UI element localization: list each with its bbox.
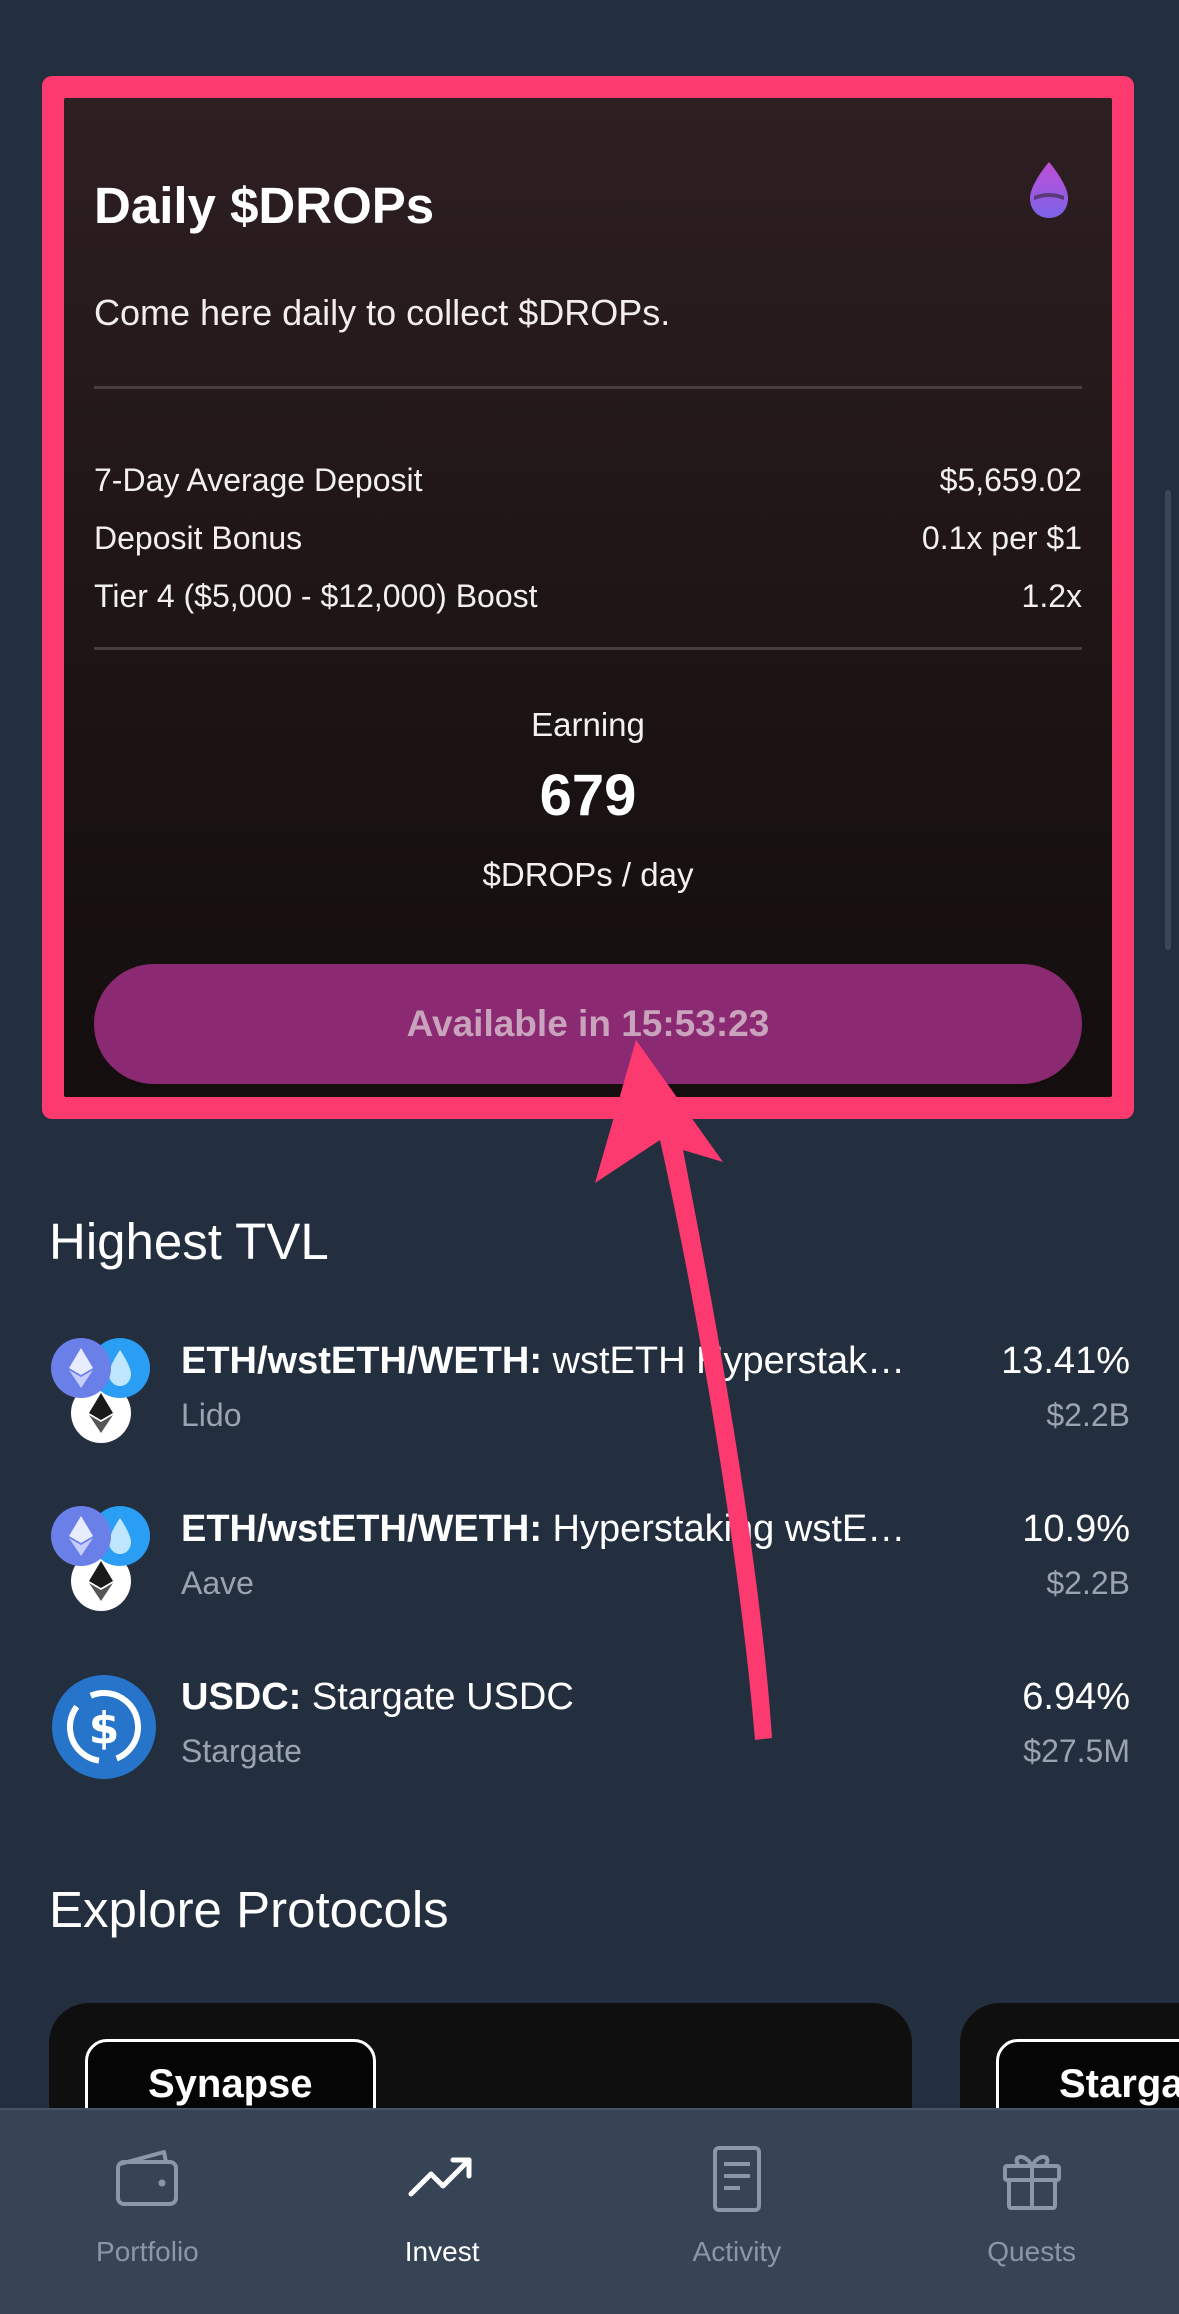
tvl-item-tvl: $27.5M [1023,1733,1130,1769]
collect-drops-button[interactable]: Available in 15:53:23 [94,964,1082,1084]
tvl-item-apy: 13.41% [1001,1340,1130,1382]
tvl-item-tvl: $2.2B [1046,1397,1130,1433]
stat-row-deposit-bonus: Deposit Bonus 0.1x per $1 [94,520,1082,557]
tvl-item-name: USDC: Stargate USDC [181,1676,574,1718]
usdc-icon: $ [52,1675,156,1779]
tab-portfolio[interactable]: Portfolio [0,2110,295,2314]
gift-icon [1002,2155,1061,2210]
stat-value: 1.2x [1021,578,1082,614]
tvl-list-item[interactable]: ETH/wstETH/WETH: Hyperstaking wstE… Aave… [49,1504,1130,1614]
tab-label: Activity [692,2236,782,2267]
tvl-item-name: ETH/wstETH/WETH: wstETH Hyperstak… [181,1340,906,1382]
earning-label: Earning [531,706,645,743]
tab-invest[interactable]: Invest [295,2110,590,2314]
section-title-explore-protocols: Explore Protocols [49,1881,449,1938]
stat-label: 7-Day Average Deposit [94,462,423,498]
tvl-item-apy: 6.94% [1022,1676,1130,1718]
scrollbar[interactable] [1165,490,1171,950]
divider [94,386,1082,389]
annotation-highlight-box: Daily $DROPs Come here daily to collect … [42,76,1134,1119]
tvl-item-source: Aave [181,1565,254,1601]
tvl-item-source: Lido [181,1397,242,1433]
tab-label: Quests [987,2236,1076,2267]
daily-drops-card: Daily $DROPs Come here daily to collect … [64,98,1112,1097]
stat-row-average-deposit: 7-Day Average Deposit $5,659.02 [94,462,1082,499]
stat-value: $5,659.02 [939,462,1082,498]
card-title: Daily $DROPs [94,177,435,234]
stat-label: Tier 4 ($5,000 - $12,000) Boost [94,578,538,614]
divider [94,647,1082,650]
tab-quests[interactable]: Quests [884,2110,1179,2314]
section-title-highest-tvl: Highest TVL [49,1213,329,1270]
tvl-item-apy: 10.9% [1022,1508,1130,1550]
stat-value: 0.1x per $1 [921,520,1082,556]
tab-label: Portfolio [96,2236,199,2267]
earning-unit: $DROPs / day [482,856,694,893]
document-icon [712,2146,761,2212]
earning-value: 679 [539,763,637,828]
tvl-list-item[interactable]: ETH/wstETH/WETH: wstETH Hyperstak… Lido … [49,1336,1130,1446]
drop-icon [1030,162,1068,218]
wallet-icon [116,2150,179,2206]
tab-activity[interactable]: Activity [590,2110,885,2314]
eth-stack-icon [51,1506,150,1611]
tab-label: Invest [404,2236,480,2267]
bottom-tab-bar: Portfolio Invest Activity Quests [0,2108,1179,2314]
tvl-list-item[interactable]: $ USDC: Stargate USDC Stargate 6.94% $27… [49,1672,1130,1782]
tvl-item-name: ETH/wstETH/WETH: Hyperstaking wstE… [181,1508,906,1550]
eth-stack-icon [51,1338,150,1443]
invest-screen: Daily $DROPs Come here daily to collect … [0,0,1179,2314]
trending-up-icon [408,2157,472,2197]
card-description: Come here daily to collect $DROPs. [94,292,671,333]
stat-label: Deposit Bonus [94,520,303,556]
svg-text:$: $ [89,1703,120,1754]
tvl-item-source: Stargate [181,1733,302,1769]
stat-row-tier-boost: Tier 4 ($5,000 - $12,000) Boost 1.2x [94,578,1082,615]
tvl-item-tvl: $2.2B [1046,1565,1130,1601]
